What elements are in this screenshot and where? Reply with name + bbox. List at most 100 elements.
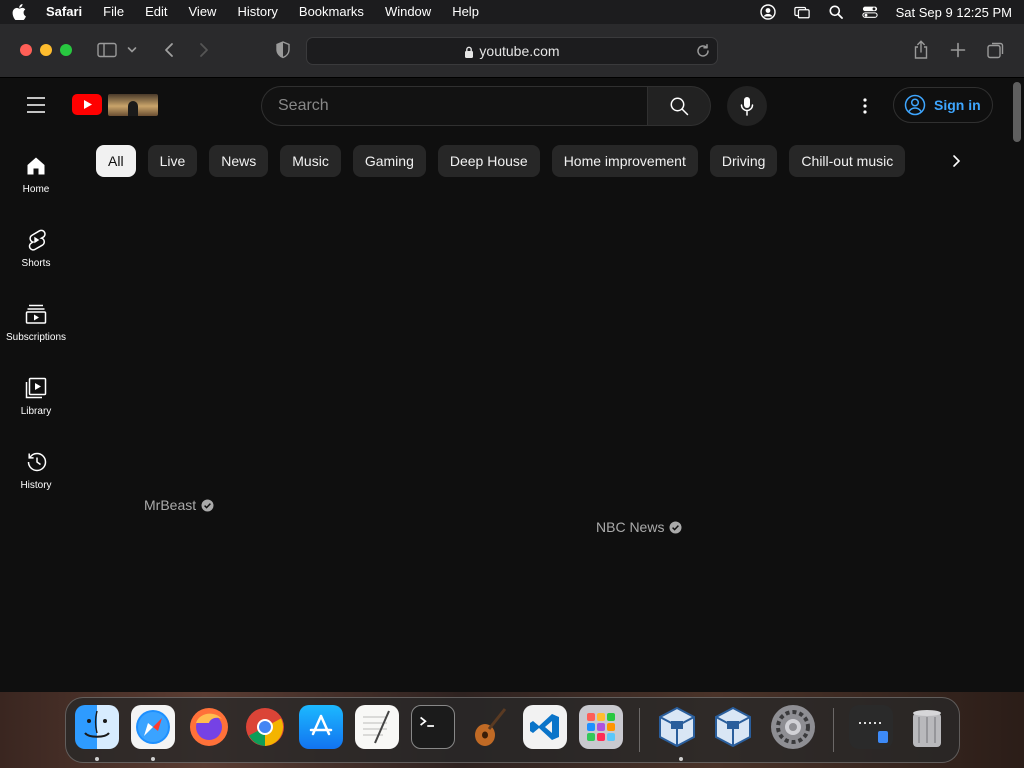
safari-app-icon[interactable] <box>131 705 175 749</box>
guide-item-library[interactable]: Library <box>0 370 72 440</box>
chip-chill-out-music[interactable]: Chill-out music <box>789 145 906 177</box>
address-bar-url: youtube.com <box>479 43 560 59</box>
search-button[interactable] <box>647 86 711 126</box>
home-icon <box>24 154 48 178</box>
lock-icon <box>464 45 474 58</box>
guide-item-shorts[interactable]: Shorts <box>0 222 72 292</box>
menu-view[interactable]: View <box>189 0 217 24</box>
guide-item-label: History <box>20 480 52 491</box>
screen-mirroring-icon[interactable] <box>793 4 810 20</box>
garageband-icon[interactable] <box>467 705 511 749</box>
subscriptions-icon <box>24 302 48 326</box>
chip-gaming[interactable]: Gaming <box>352 145 426 177</box>
menu-edit[interactable]: Edit <box>145 0 167 24</box>
control-center-icon[interactable] <box>861 4 878 20</box>
youtube-page: Sign in Home Shorts Subscriptions <box>0 78 1010 692</box>
dock-separator <box>639 708 640 752</box>
finder-icon[interactable] <box>75 705 119 749</box>
history-icon <box>24 450 48 474</box>
menu-bookmarks[interactable]: Bookmarks <box>299 0 364 24</box>
chip-news[interactable]: News <box>209 145 269 177</box>
system-settings-icon[interactable] <box>771 705 815 749</box>
chevron-down-icon[interactable] <box>125 39 139 61</box>
sign-in-label: Sign in <box>934 97 981 113</box>
menu-history[interactable]: History <box>237 0 277 24</box>
guide-item-label: Subscriptions <box>5 332 67 343</box>
youtube-header: Sign in <box>0 78 1010 132</box>
tab-overview-icon[interactable] <box>985 39 1007 61</box>
youtube-doodle-image[interactable] <box>108 94 158 116</box>
filter-chip-bar: All Live News Music Gaming Deep House Ho… <box>96 145 906 177</box>
search-input[interactable] <box>278 97 648 115</box>
channel-name-text: MrBeast <box>144 497 197 513</box>
sidebar-toggle-icon[interactable] <box>96 39 118 61</box>
close-window-button[interactable] <box>20 44 32 56</box>
launchpad-icon[interactable] <box>579 705 623 749</box>
video-channel-name[interactable]: MrBeast <box>144 497 214 513</box>
new-tab-icon[interactable] <box>947 39 969 61</box>
minimize-window-button[interactable] <box>40 44 52 56</box>
menu-file[interactable]: File <box>103 0 124 24</box>
page-scrollbar[interactable] <box>1010 78 1024 692</box>
spotlight-search-icon[interactable] <box>828 4 844 20</box>
search-field <box>261 86 648 126</box>
vscode-icon[interactable] <box>523 705 567 749</box>
microphone-icon <box>740 97 754 116</box>
apple-menu-icon[interactable] <box>12 4 26 20</box>
menu-window[interactable]: Window <box>385 0 431 24</box>
forward-icon[interactable] <box>193 39 215 61</box>
scrollbar-thumb[interactable] <box>1013 82 1021 142</box>
voice-search-button[interactable] <box>727 86 767 126</box>
chevron-right-icon[interactable] <box>944 149 968 173</box>
settings-more-icon[interactable] <box>853 94 877 118</box>
library-icon <box>24 376 48 400</box>
guide-item-subscriptions[interactable]: Subscriptions <box>0 296 72 366</box>
menu-help[interactable]: Help <box>452 0 479 24</box>
running-indicator <box>95 757 99 761</box>
verified-badge-icon <box>201 499 214 512</box>
share-icon[interactable] <box>910 39 932 61</box>
guide-item-home[interactable]: Home <box>0 148 72 218</box>
guide-item-label: Shorts <box>21 258 51 269</box>
guide-item-label: Library <box>20 406 52 417</box>
guide-menu-icon[interactable] <box>24 96 48 114</box>
terminal-icon[interactable] <box>411 705 455 749</box>
verified-badge-icon <box>669 521 682 534</box>
virtualbox-vm-icon[interactable] <box>711 705 755 749</box>
channel-name-text: NBC News <box>596 519 665 535</box>
youtube-logo-icon[interactable] <box>72 94 102 115</box>
address-bar[interactable]: youtube.com <box>306 37 718 65</box>
chip-deep-house[interactable]: Deep House <box>437 145 540 177</box>
trash-icon[interactable] <box>905 705 949 749</box>
back-icon[interactable] <box>158 39 180 61</box>
chip-driving[interactable]: Driving <box>709 145 778 177</box>
sign-in-button[interactable]: Sign in <box>893 87 993 123</box>
privacy-shield-icon[interactable] <box>272 39 294 61</box>
chip-music[interactable]: Music <box>280 145 341 177</box>
user-account-icon[interactable] <box>759 4 776 20</box>
chip-live[interactable]: Live <box>147 145 198 177</box>
downloads-folder-icon[interactable] <box>849 705 893 749</box>
textedit-icon[interactable] <box>355 705 399 749</box>
guide-item-history[interactable]: History <box>0 444 72 514</box>
menu-bar-clock[interactable]: Sat Sep 9 12:25 PM <box>896 5 1012 20</box>
shorts-icon <box>24 228 48 252</box>
account-circle-icon <box>904 94 926 116</box>
virtualbox-icon[interactable] <box>655 705 699 749</box>
chip-home-improvement[interactable]: Home improvement <box>551 145 698 177</box>
app-store-icon[interactable] <box>299 705 343 749</box>
macos-menu-bar: Safari File Edit View History Bookmarks … <box>0 0 1024 24</box>
running-indicator <box>679 757 683 761</box>
zoom-window-button[interactable] <box>60 44 72 56</box>
firefox-icon[interactable] <box>187 705 231 749</box>
dock-separator <box>833 708 834 752</box>
reload-icon[interactable] <box>695 43 711 59</box>
video-channel-name[interactable]: NBC News <box>596 519 682 535</box>
chrome-icon[interactable] <box>243 705 287 749</box>
menu-app-name[interactable]: Safari <box>46 0 82 24</box>
chip-all[interactable]: All <box>96 145 136 177</box>
safari-toolbar: youtube.com <box>0 24 1024 78</box>
running-indicator <box>151 757 155 761</box>
search-icon <box>670 97 689 116</box>
guide-item-label: Home <box>22 184 50 195</box>
